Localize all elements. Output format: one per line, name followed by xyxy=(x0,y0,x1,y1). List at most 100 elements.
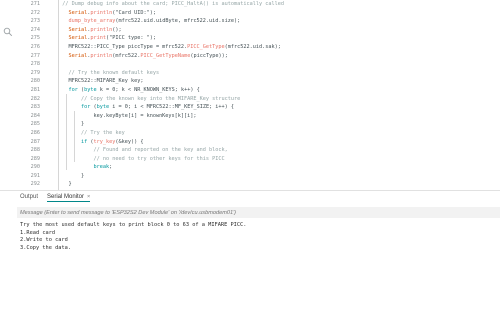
code-token: } xyxy=(56,121,85,128)
code-token: i = 0; i < MFRC522::MF_KEY_SIZE; i++) { xyxy=(109,104,235,111)
code-token: ; xyxy=(109,164,113,171)
code-line[interactable]: 286 // Try the key xyxy=(31,129,500,138)
line-number: 273 xyxy=(30,18,40,25)
line-number: 290 xyxy=(30,164,40,171)
code-line[interactable]: 292 } xyxy=(31,180,500,189)
code-token: print xyxy=(90,35,106,42)
code-line[interactable]: 289 // no need to try other keys for thi… xyxy=(31,155,500,164)
line-number: 284 xyxy=(30,112,40,119)
code-line[interactable]: 283 for (byte i = 0; i < MFRC522::MF_KEY… xyxy=(31,103,500,112)
code-token: // Dump debug info about the card; PICC_… xyxy=(56,1,284,7)
line-number: 276 xyxy=(30,43,40,50)
code-token: println xyxy=(90,52,113,59)
code-token: break xyxy=(93,164,110,171)
line-number: 272 xyxy=(30,9,40,16)
code-token: println xyxy=(90,9,113,16)
serial-output-line: 2.Write to card xyxy=(20,237,68,244)
line-number: 278 xyxy=(30,61,40,68)
close-icon[interactable]: × xyxy=(87,194,90,200)
code-line[interactable]: 284 key.keyByte[i] = knownKeys[k][i]; xyxy=(31,112,500,121)
serial-output-line: 3.Copy the data. xyxy=(20,244,72,251)
code-line[interactable]: 280 MFRC522::MIFARE_Key key; xyxy=(31,77,500,86)
code-token: (); xyxy=(112,26,122,33)
code-token: ("Card UID:"); xyxy=(112,9,156,16)
line-number: 275 xyxy=(30,35,40,42)
code-token: try_key xyxy=(93,138,116,145)
code-token: (mfrc522.uid.uidByte, mfrc522.uid.size); xyxy=(115,18,241,25)
serial-output-line: 1.Read card xyxy=(20,229,56,236)
code-token: println xyxy=(90,26,113,33)
code-line[interactable]: 291 } xyxy=(31,172,500,181)
code-token: // Copy the known key into the MIFARE_Ke… xyxy=(56,95,241,102)
line-number: 289 xyxy=(30,155,40,162)
code-line[interactable]: 278 xyxy=(31,60,500,69)
code-token: MFRC522::MIFARE_Key key; xyxy=(56,78,144,85)
code-token: dump_byte_array xyxy=(68,18,116,25)
code-line[interactable]: 287 if (try_key(&key)) { xyxy=(31,138,500,147)
code-line[interactable]: 274 Serial.println(); xyxy=(31,26,500,35)
bottom-panel: Output Serial Monitor× Try the most used… xyxy=(0,190,500,324)
code-token: PICC_GetTypeName xyxy=(140,52,191,59)
line-number: 286 xyxy=(30,129,40,136)
tab-output[interactable]: Output xyxy=(20,194,38,200)
tab-serial-monitor-label: Serial Monitor xyxy=(47,194,85,200)
line-number: 271 xyxy=(30,1,40,7)
line-number: 288 xyxy=(30,147,40,154)
line-number: 281 xyxy=(30,86,40,93)
code-line[interactable]: 276 MFRC522::PICC_Type piccType = mfrc52… xyxy=(31,43,500,52)
line-number: 277 xyxy=(30,52,40,59)
line-number: 282 xyxy=(30,95,40,102)
message-bar xyxy=(17,207,500,218)
code-token: (piccType)); xyxy=(190,52,228,59)
line-number: 285 xyxy=(30,121,40,128)
code-line[interactable]: 290 break; xyxy=(31,163,500,172)
code-editor[interactable]: 271 // Dump debug info about the card; P… xyxy=(16,0,500,190)
code-token: (mfrc522.uid.sak); xyxy=(224,43,281,50)
serial-output-line: Try the most used default keys to print … xyxy=(20,222,247,228)
code-token: k = 0; k < NR_KNOWN_KEYS; k++) { xyxy=(96,86,200,93)
code-line[interactable]: 272 Serial.println("Card UID:"); xyxy=(31,9,500,18)
code-token: (mfrc522. xyxy=(112,52,141,59)
code-line[interactable]: 277 Serial.println(mfrc522.PICC_GetTypeN… xyxy=(31,52,500,61)
code-token: for xyxy=(81,104,91,111)
panel-tabs: Output Serial Monitor × xyxy=(0,191,500,206)
code-token: byte xyxy=(96,104,110,111)
code-line[interactable]: 282 // Copy the known key into the MIFAR… xyxy=(31,95,500,104)
code-line[interactable]: 285 } xyxy=(31,120,500,129)
code-token: // no need to try other keys for this PI… xyxy=(56,155,225,162)
code-line[interactable]: 279 // Try the known default keys xyxy=(31,69,500,78)
code-token: PICC_GetType xyxy=(187,43,225,50)
code-token: // Found and reported on the key and blo… xyxy=(56,147,228,154)
code-token: byte xyxy=(84,86,97,93)
code-line[interactable]: 288 // Found and reported on the key and… xyxy=(31,146,500,155)
code-line[interactable]: 275 Serial.print("PICC type: "); xyxy=(31,34,500,43)
line-number: 279 xyxy=(30,69,40,76)
search-icon[interactable] xyxy=(3,22,13,37)
code-token: for xyxy=(68,86,78,93)
code-token: Serial xyxy=(68,9,88,16)
code-line[interactable]: 281 for (byte k = 0; k < NR_KNOWN_KEYS; … xyxy=(31,86,500,95)
tab-serial-monitor[interactable]: Serial Monitor × xyxy=(47,194,91,202)
code-token: MFRC522::PICC_Type piccType = mfrc522. xyxy=(56,43,188,50)
code-token: (&key)) { xyxy=(115,138,144,145)
code-area[interactable]: 271 // Dump debug info about the card; P… xyxy=(31,0,500,190)
code-line[interactable]: 271 // Dump debug info about the card; P… xyxy=(31,0,500,9)
code-token: // Try the key xyxy=(56,129,125,136)
serial-message-input[interactable] xyxy=(20,207,490,218)
code-token: Serial xyxy=(68,26,88,33)
code-line[interactable]: 273 dump_byte_array(mfrc522.uid.uidByte,… xyxy=(31,17,500,26)
line-number: 283 xyxy=(30,104,40,111)
code-token: Serial xyxy=(68,52,88,59)
code-token: } xyxy=(56,181,72,188)
serial-output: Try the most used default keys to print … xyxy=(20,222,490,252)
line-number: 291 xyxy=(30,172,40,179)
